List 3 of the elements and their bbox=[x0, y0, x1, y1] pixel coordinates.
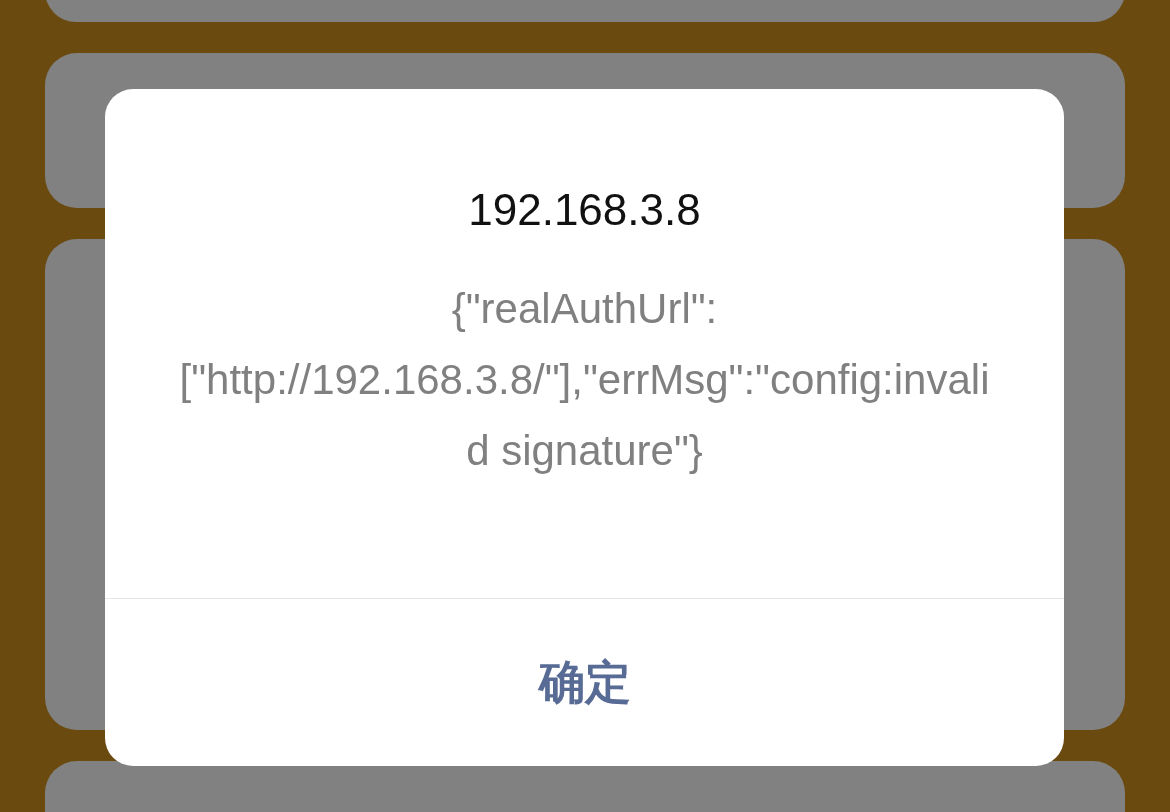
confirm-button[interactable]: 确定 bbox=[105, 599, 1064, 766]
dialog-title: 192.168.3.8 bbox=[468, 185, 701, 235]
dialog-message: {"realAuthUrl":["http://192.168.3.8/"],"errMsg":"config:invalid signature"} bbox=[178, 284, 991, 476]
